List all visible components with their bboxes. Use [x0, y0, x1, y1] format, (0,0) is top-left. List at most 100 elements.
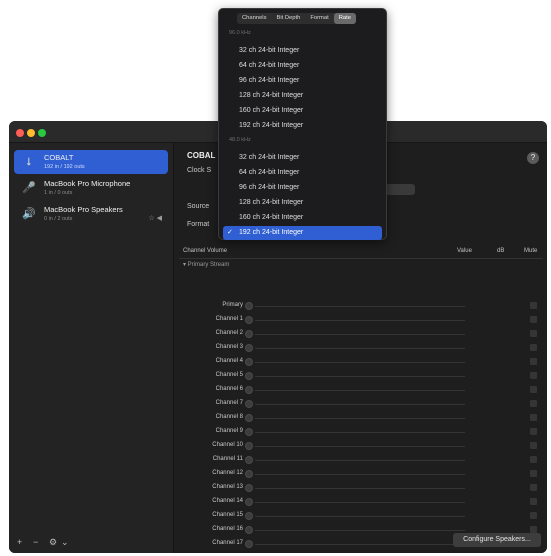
format-option[interactable]: 32 ch 24-bit Integer	[223, 44, 382, 58]
volume-slider-track[interactable]	[255, 320, 465, 321]
format-option-label: 160 ch 24-bit Integer	[239, 107, 304, 114]
tab-rate[interactable]: Rate	[333, 13, 356, 24]
channel-label: Channel 15	[212, 512, 243, 518]
channel-row: Channel 11	[175, 454, 547, 468]
volume-slider-track[interactable]	[255, 446, 465, 447]
format-option[interactable]: 192 ch 24-bit Integer	[223, 119, 382, 133]
volume-slider-track[interactable]	[255, 474, 465, 475]
tab-format[interactable]: Format	[305, 13, 333, 24]
format-option[interactable]: ✓ 192 ch 24-bit Integer	[223, 226, 382, 240]
format-option[interactable]: 128 ch 24-bit Integer	[223, 196, 382, 210]
format-option[interactable]: 64 ch 24-bit Integer	[223, 59, 382, 73]
volume-knob[interactable]	[245, 330, 253, 338]
mute-checkbox[interactable]	[530, 414, 537, 421]
channel-row: Channel 6	[175, 384, 547, 398]
format-option-label: 192 ch 24-bit Integer	[239, 229, 304, 236]
volume-knob[interactable]	[245, 386, 253, 394]
mute-checkbox[interactable]	[530, 302, 537, 309]
mute-checkbox[interactable]	[530, 456, 537, 463]
format-option[interactable]: 64 ch 24-bit Integer	[223, 166, 382, 180]
mute-checkbox[interactable]	[530, 512, 537, 519]
volume-knob[interactable]	[245, 428, 253, 436]
mute-checkbox[interactable]	[530, 386, 537, 393]
primary-stream-disclosure[interactable]: ▾ Primary Stream	[183, 261, 229, 268]
channel-row: Channel 3	[175, 342, 547, 356]
device-subtitle: 1 in / 0 outs	[44, 190, 73, 196]
configure-speakers-button[interactable]: Configure Speakers...	[453, 533, 541, 547]
volume-slider-track[interactable]	[255, 306, 465, 307]
channel-row: Channel 15	[175, 510, 547, 524]
volume-knob[interactable]	[245, 456, 253, 464]
volume-knob[interactable]	[245, 316, 253, 324]
volume-slider-track[interactable]	[255, 376, 465, 377]
volume-slider-track[interactable]	[255, 460, 465, 461]
close-button[interactable]	[16, 129, 24, 137]
gear-icon[interactable]: ⚙	[49, 537, 57, 548]
channel-row: Channel 10	[175, 440, 547, 454]
volume-slider-track[interactable]	[255, 502, 465, 503]
device-item-speakers[interactable]: 🔊 MacBook Pro Speakers 0 in / 2 outs ☆ ◀	[14, 202, 168, 226]
volume-knob[interactable]	[245, 470, 253, 478]
format-option[interactable]: 32 ch 24-bit Integer	[223, 151, 382, 165]
mute-checkbox[interactable]	[530, 484, 537, 491]
volume-slider-track[interactable]	[255, 390, 465, 391]
format-option[interactable]: 96 ch 24-bit Integer	[223, 181, 382, 195]
volume-knob[interactable]	[245, 526, 253, 534]
volume-slider-track[interactable]	[255, 362, 465, 363]
clock-source-label: Clock S	[187, 167, 212, 174]
volume-knob[interactable]	[245, 540, 253, 548]
zoom-button[interactable]	[38, 129, 46, 137]
volume-slider-track[interactable]	[255, 348, 465, 349]
volume-slider-track[interactable]	[255, 418, 465, 419]
volume-knob[interactable]	[245, 512, 253, 520]
format-option[interactable]: 160 ch 24-bit Integer	[223, 211, 382, 225]
volume-slider-track[interactable]	[255, 488, 465, 489]
volume-knob[interactable]	[245, 400, 253, 408]
volume-knob[interactable]	[245, 372, 253, 380]
mute-checkbox[interactable]	[530, 526, 537, 533]
volume-knob[interactable]	[245, 498, 253, 506]
source-label: Source	[187, 203, 210, 210]
mute-checkbox[interactable]	[530, 372, 537, 379]
volume-knob[interactable]	[245, 358, 253, 366]
rate-group-label: 96.0 kHz	[229, 30, 251, 36]
volume-slider-track[interactable]	[255, 404, 465, 405]
mute-checkbox[interactable]	[530, 316, 537, 323]
channel-label: Channel 16	[212, 526, 243, 532]
volume-slider-track[interactable]	[255, 334, 465, 335]
volume-slider-track[interactable]	[255, 432, 465, 433]
volume-knob[interactable]	[245, 344, 253, 352]
format-option[interactable]: 96 ch 24-bit Integer	[223, 74, 382, 88]
format-popup-menu: Channels Bit Depth Format Rate 96.0 kHz 3…	[218, 8, 387, 240]
mute-checkbox[interactable]	[530, 330, 537, 337]
chevron-down-icon[interactable]: ⌄	[61, 537, 69, 548]
mute-checkbox[interactable]	[530, 442, 537, 449]
volume-knob[interactable]	[245, 302, 253, 310]
help-button[interactable]: ?	[527, 152, 539, 164]
format-option-label: 64 ch 24-bit Integer	[239, 169, 300, 176]
volume-knob[interactable]	[245, 442, 253, 450]
tab-channels[interactable]: Channels	[237, 13, 272, 24]
remove-device-button[interactable]: −	[33, 537, 38, 547]
add-device-button[interactable]: +	[17, 537, 22, 547]
volume-slider-track[interactable]	[255, 516, 465, 517]
volume-slider-track[interactable]	[255, 530, 465, 531]
mute-checkbox[interactable]	[530, 470, 537, 477]
volume-knob[interactable]	[245, 484, 253, 492]
device-item-cobalt[interactable]: ⭣ COBALT 192 in / 192 outs	[14, 150, 168, 174]
format-option[interactable]: 128 ch 24-bit Integer	[223, 89, 382, 103]
mute-checkbox[interactable]	[530, 498, 537, 505]
channel-label: Channel 4	[215, 358, 243, 364]
mute-checkbox[interactable]	[530, 358, 537, 365]
device-item-microphone[interactable]: 🎤 MacBook Pro Microphone 1 in / 0 outs	[14, 176, 168, 200]
tab-bit-depth[interactable]: Bit Depth	[272, 13, 306, 24]
volume-slider-track[interactable]	[255, 544, 465, 545]
mute-checkbox[interactable]	[530, 428, 537, 435]
mute-checkbox[interactable]	[530, 400, 537, 407]
volume-knob[interactable]	[245, 414, 253, 422]
channel-label: Channel 11	[212, 456, 243, 462]
minimize-button[interactable]	[27, 129, 35, 137]
channel-label: Channel 2	[215, 330, 243, 336]
format-option[interactable]: 160 ch 24-bit Integer	[223, 104, 382, 118]
mute-checkbox[interactable]	[530, 344, 537, 351]
